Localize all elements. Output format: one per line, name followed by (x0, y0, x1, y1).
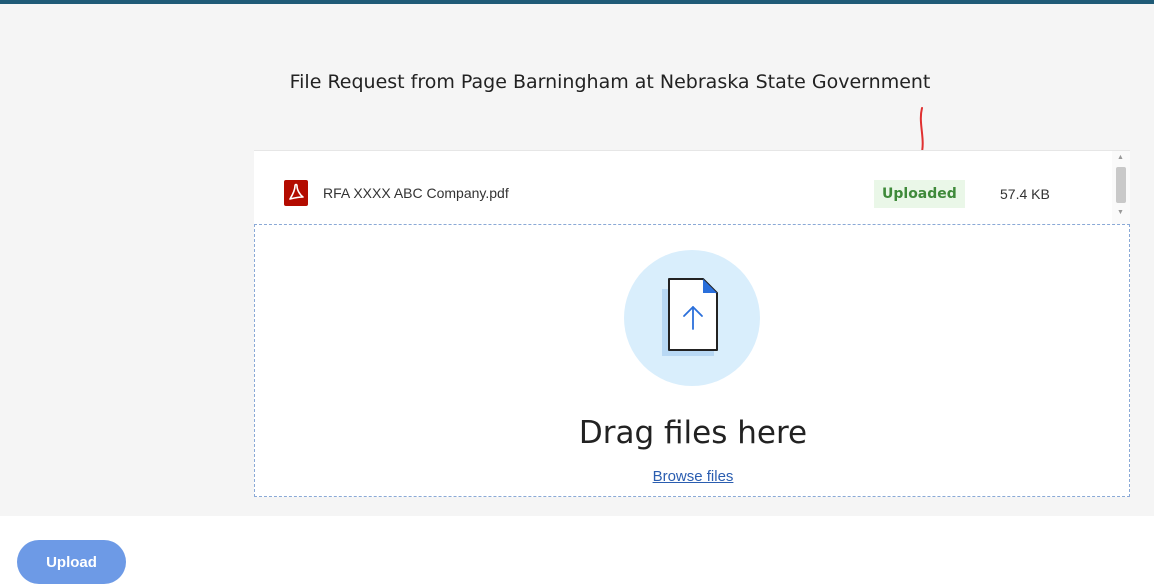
drag-files-heading: Drag files here (578, 415, 808, 451)
pdf-icon (284, 180, 308, 206)
file-dropzone[interactable]: Drag files here Browse files (254, 224, 1130, 497)
status-badge: Uploaded (874, 180, 965, 208)
file-upload-icon (668, 278, 718, 351)
file-name: RFA XXXX ABC Company.pdf (323, 185, 509, 201)
scroll-down-icon[interactable]: ▼ (1117, 209, 1124, 216)
file-list: RFA XXXX ABC Company.pdf Uploaded 57.4 K… (254, 150, 1130, 225)
file-size: 57.4 KB (1000, 186, 1050, 202)
file-list-scrollbar[interactable]: ▲ ▼ (1112, 151, 1130, 225)
scrollbar-thumb[interactable] (1116, 167, 1126, 203)
file-list-item[interactable]: RFA XXXX ABC Company.pdf Uploaded 57.4 K… (254, 151, 1110, 225)
upload-button[interactable]: Upload (17, 540, 126, 584)
browse-files-link[interactable]: Browse files (255, 468, 1131, 485)
page-title: File Request from Page Barningham at Neb… (289, 71, 931, 93)
scroll-up-icon[interactable]: ▲ (1117, 154, 1124, 161)
